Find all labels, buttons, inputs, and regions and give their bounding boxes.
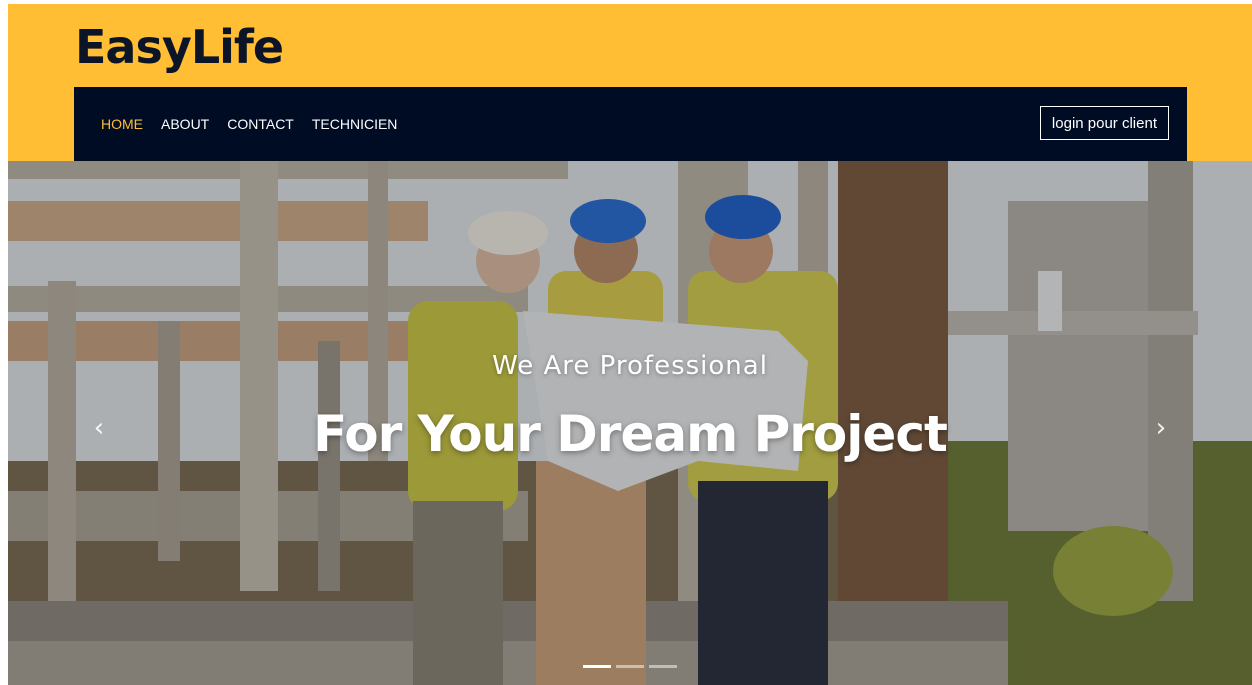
nav-link-about[interactable]: ABOUT <box>161 116 209 132</box>
carousel-indicator-3[interactable] <box>649 665 677 668</box>
nav-link-home[interactable]: HOME <box>101 116 143 132</box>
login-client-button[interactable]: login pour client <box>1039 106 1169 140</box>
site-header: EasyLife HOME ABOUT CONTACT TECHNICIEN l… <box>8 4 1252 161</box>
nav-link-technicien[interactable]: TECHNICIEN <box>312 116 398 132</box>
nav-link-contact[interactable]: CONTACT <box>227 116 294 132</box>
hero-carousel: We Are Professional For Your Dream Proje… <box>8 161 1252 685</box>
hero-title: For Your Dream Project <box>313 405 948 463</box>
chevron-right-icon: › <box>1155 413 1167 443</box>
carousel-indicator-2[interactable] <box>616 665 644 668</box>
carousel-indicators <box>583 665 677 668</box>
carousel-next-button[interactable]: › <box>1146 413 1176 443</box>
chevron-left-icon: ‹ <box>93 413 105 443</box>
main-navbar: HOME ABOUT CONTACT TECHNICIEN login pour… <box>74 87 1187 161</box>
hero-subtitle: We Are Professional <box>492 351 768 381</box>
carousel-indicator-1[interactable] <box>583 665 611 668</box>
nav-links: HOME ABOUT CONTACT TECHNICIEN <box>101 87 397 161</box>
brand-logo[interactable]: EasyLife <box>75 12 284 82</box>
carousel-prev-button[interactable]: ‹ <box>84 413 114 443</box>
page: EasyLife HOME ABOUT CONTACT TECHNICIEN l… <box>8 4 1252 685</box>
hero-caption: We Are Professional For Your Dream Proje… <box>8 351 1252 463</box>
